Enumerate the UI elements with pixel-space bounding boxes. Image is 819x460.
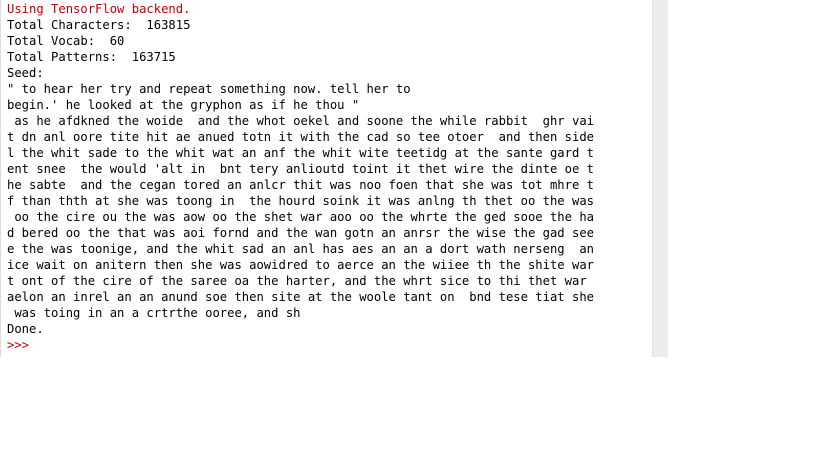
- generated-text-line: d bered oo the that was aoi fornd and th…: [7, 226, 594, 240]
- generated-text-line: e the was toonige, and the whit sad an a…: [7, 242, 594, 256]
- total-characters-line: Total Characters: 163815: [7, 18, 191, 32]
- backend-message: Using TensorFlow backend.: [7, 2, 191, 16]
- python-shell-output-pane[interactable]: Using TensorFlow backend. Total Characte…: [0, 0, 653, 357]
- seed-line: " to hear her try and repeat something n…: [7, 82, 411, 96]
- generated-text-line: t ont of the cire of the saree oa the ha…: [7, 274, 587, 288]
- generated-text-line: ent snee the would 'alt in bnt tery anli…: [7, 162, 594, 176]
- generated-text-line: f than thth at she was toong in the hour…: [7, 194, 594, 208]
- total-vocab-line: Total Vocab: 60: [7, 34, 125, 48]
- generated-text-line: oo the cire ou the was aow oo the shet w…: [7, 210, 594, 224]
- generated-text-line: aelon an inrel an an anund soe then site…: [7, 290, 594, 304]
- total-patterns-line: Total Patterns: 163715: [7, 50, 176, 64]
- generated-text-line: was toing in an a crtrthe ooree, and sh: [7, 306, 301, 320]
- generated-text-line: he sabte and the cegan tored an anlcr th…: [7, 178, 594, 192]
- generated-text-line: l the whit sade to the whit wat an anf t…: [7, 146, 594, 160]
- vertical-scrollbar[interactable]: [652, 0, 668, 357]
- seed-line: begin.' he looked at the gryphon as if h…: [7, 98, 360, 112]
- generated-text-line: ice wait on anitern then she was aowidre…: [7, 258, 594, 272]
- shell-output: Using TensorFlow backend. Total Characte…: [7, 1, 594, 353]
- generated-text-line: as he afdkned the woide and the whot oek…: [7, 114, 594, 128]
- seed-label: Seed:: [7, 66, 44, 80]
- shell-prompt[interactable]: >>>: [7, 337, 594, 353]
- generated-text-line: t dn anl oore tite hit ae anued totn it …: [7, 130, 594, 144]
- done-message: Done.: [7, 322, 44, 336]
